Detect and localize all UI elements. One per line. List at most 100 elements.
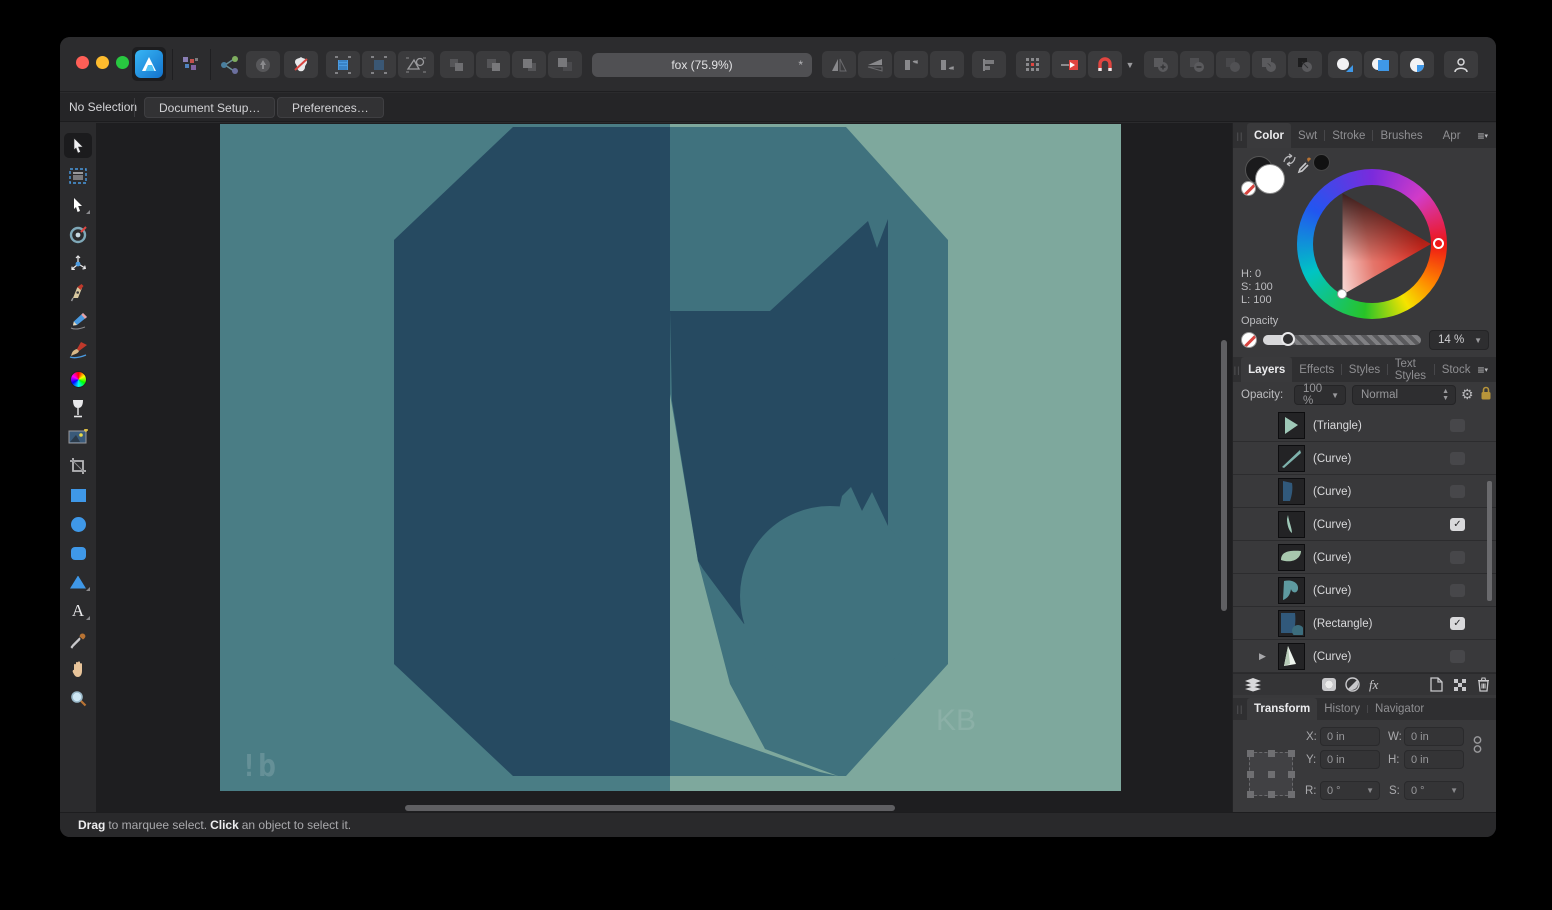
layer-checkbox[interactable] (1450, 452, 1465, 465)
snapping-dropdown-caret[interactable]: ▼ (1123, 51, 1137, 78)
expand-layer-arrow[interactable]: ▶ (1259, 651, 1266, 662)
snapping-magnet-button[interactable] (1088, 51, 1122, 78)
y-input[interactable]: 0 in (1320, 750, 1380, 769)
anchor-point-selector[interactable] (1249, 752, 1293, 796)
minimize-window-button[interactable] (96, 56, 109, 69)
tab-layers[interactable]: Layers (1241, 357, 1292, 382)
link-dimensions-icon[interactable] (1473, 734, 1482, 760)
panel-grip[interactable]: || (1233, 698, 1247, 720)
point-transform-tool[interactable] (64, 223, 92, 245)
colour-picker-tool[interactable] (64, 629, 92, 651)
rectangle-tool[interactable] (64, 484, 92, 506)
contour-tool[interactable] (64, 252, 92, 274)
horizontal-scrollbar[interactable] (405, 805, 895, 811)
layer-checkbox[interactable] (1450, 650, 1465, 663)
boolean-intersect-button[interactable] (1216, 51, 1250, 78)
layers-opacity-dropdown[interactable]: 100 %▼ (1294, 385, 1346, 405)
ellipse-tool[interactable] (64, 513, 92, 535)
boolean-add-button[interactable] (1144, 51, 1178, 78)
pen-tool[interactable] (64, 281, 92, 303)
layer-checkbox[interactable] (1450, 584, 1465, 597)
rotate-cw-button[interactable] (930, 51, 964, 78)
pixel-persona-button[interactable] (284, 51, 318, 78)
share-button[interactable] (215, 51, 245, 78)
tab-transform[interactable]: Transform (1247, 698, 1317, 720)
panel-menu-icon[interactable]: ≡▾ (1477, 123, 1496, 148)
insert-behind-button[interactable] (1328, 51, 1362, 78)
preferences-button[interactable]: Preferences… (277, 97, 384, 118)
tab-stroke[interactable]: Stroke (1325, 123, 1372, 148)
canvas-viewport[interactable]: KB !b (96, 123, 1232, 812)
ui-style-button[interactable] (178, 51, 204, 78)
tab-swatches[interactable]: Swt (1291, 123, 1324, 148)
show-grid-button[interactable] (1016, 51, 1050, 78)
triangle-tool[interactable] (64, 571, 92, 593)
layer-checkbox-checked[interactable]: ✓ (1450, 518, 1465, 531)
flip-horizontal-button[interactable] (822, 51, 856, 78)
insert-inside-button[interactable] (1364, 51, 1398, 78)
hue-marker[interactable] (1433, 238, 1444, 249)
move-tool[interactable] (64, 133, 92, 158)
blend-mode-dropdown[interactable]: Normal▲▼ (1352, 385, 1456, 405)
alignment-button[interactable] (972, 51, 1006, 78)
layer-checkbox[interactable] (1450, 551, 1465, 564)
tab-appearance[interactable]: Apr (1436, 123, 1468, 148)
tab-navigator[interactable]: Navigator (1368, 698, 1431, 720)
rotate-ccw-button[interactable] (894, 51, 928, 78)
node-tool[interactable] (64, 194, 92, 216)
tab-color[interactable]: Color (1247, 123, 1291, 148)
order-back-button[interactable] (548, 51, 582, 78)
view-mode-grid-button[interactable] (326, 51, 360, 78)
view-tool[interactable] (64, 658, 92, 680)
app-icon-button[interactable] (132, 47, 166, 81)
layer-row[interactable]: (Curve) ✓ (1233, 509, 1496, 541)
tab-brushes[interactable]: Brushes (1373, 123, 1429, 148)
layer-row[interactable]: (Triangle) (1233, 410, 1496, 442)
layer-row[interactable]: (Rectangle) ✓ (1233, 608, 1496, 640)
insert-ontop-button[interactable] (1400, 51, 1434, 78)
artboard[interactable]: KB !b (220, 124, 1121, 791)
layer-row[interactable]: (Curve) (1233, 575, 1496, 607)
mask-icon[interactable] (1321, 677, 1337, 692)
transparency-tool[interactable] (64, 397, 92, 419)
layer-checkbox[interactable] (1450, 419, 1465, 432)
fill-color-swatch[interactable] (1255, 164, 1285, 194)
layer-checkbox[interactable] (1450, 485, 1465, 498)
text-tool[interactable]: A (64, 600, 92, 622)
zoom-window-button[interactable] (116, 56, 129, 69)
export-persona-button[interactable] (246, 51, 280, 78)
tab-effects[interactable]: Effects (1292, 357, 1341, 382)
transform-objects-button[interactable] (1052, 51, 1086, 78)
layer-row[interactable]: ▶ (Curve) (1233, 641, 1496, 673)
panel-grip[interactable]: || (1233, 123, 1247, 148)
layer-checkbox-checked[interactable]: ✓ (1450, 617, 1465, 630)
transparency-check-icon[interactable] (1453, 678, 1467, 692)
opacity-value-dropdown[interactable]: 14 %▼ (1429, 330, 1489, 350)
artboard-tool[interactable] (64, 165, 92, 187)
fill-tool[interactable] (64, 368, 92, 390)
crop-tool[interactable] (64, 455, 92, 477)
order-front-button[interactable] (440, 51, 474, 78)
place-image-tool[interactable] (64, 426, 92, 448)
lock-icon[interactable] (1480, 386, 1492, 401)
flip-vertical-button[interactable] (858, 51, 892, 78)
color-wheel[interactable] (1297, 169, 1447, 319)
layer-row[interactable]: (Curve) (1233, 542, 1496, 574)
boolean-xor-button[interactable] (1252, 51, 1286, 78)
adjustment-icon[interactable] (1345, 677, 1360, 692)
boolean-subtract-button[interactable] (1180, 51, 1214, 78)
layer-row[interactable]: (Curve) (1233, 476, 1496, 508)
panel-grip[interactable]: || (1233, 357, 1241, 382)
tab-history[interactable]: History (1317, 698, 1367, 720)
zoom-tool[interactable] (64, 687, 92, 709)
layer-settings-gear-icon[interactable]: ⚙ (1461, 386, 1474, 403)
sl-marker[interactable] (1337, 289, 1347, 299)
layer-row[interactable]: (Curve) (1233, 443, 1496, 475)
h-input[interactable]: 0 in (1404, 750, 1464, 769)
pencil-tool[interactable] (64, 310, 92, 332)
document-title-field[interactable]: fox (75.9%) * (592, 53, 812, 77)
x-input[interactable]: 0 in (1320, 727, 1380, 746)
picked-color-swatch[interactable] (1313, 154, 1330, 171)
no-fill-swatch[interactable] (1241, 181, 1256, 196)
panel-menu-icon[interactable]: ≡▾ (1477, 357, 1496, 382)
